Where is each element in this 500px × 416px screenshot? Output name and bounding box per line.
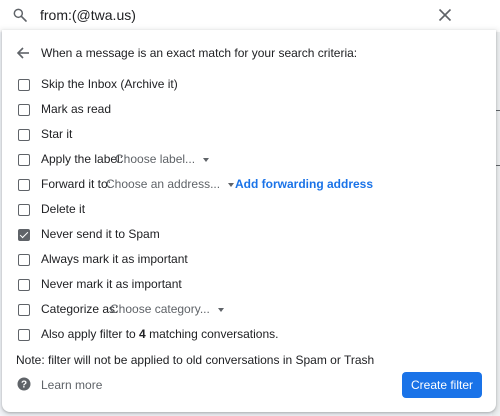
- chevron-down-icon: [217, 307, 224, 312]
- never-spam-checkbox[interactable]: [18, 229, 30, 241]
- option-label: Also apply filter to 4 matching conversa…: [41, 327, 278, 341]
- always-important-checkbox[interactable]: [18, 254, 30, 266]
- option-forward[interactable]: Forward it to: Choose an address... Add …: [2, 176, 496, 194]
- option-label: Never mark it as important: [41, 277, 182, 291]
- learn-more-link[interactable]: Learn more: [41, 378, 102, 392]
- option-never-spam[interactable]: Never send it to Spam: [2, 226, 496, 244]
- forward-checkbox[interactable]: [18, 179, 30, 191]
- background-divider: [496, 110, 500, 111]
- add-forwarding-address-link[interactable]: Add forwarding address: [235, 177, 373, 191]
- background-divider: [496, 165, 500, 166]
- option-label: Star it: [41, 127, 73, 141]
- choose-address-select[interactable]: Choose an address...: [106, 177, 235, 191]
- option-apply-label[interactable]: Apply the label: Choose label...: [2, 151, 496, 169]
- option-star-it[interactable]: Star it: [2, 126, 496, 144]
- chevron-down-icon: [228, 182, 235, 187]
- apply-to-matching-checkbox[interactable]: [18, 329, 30, 341]
- option-label: Categorize as:: [41, 302, 119, 316]
- search-icon[interactable]: [12, 7, 28, 23]
- search-bar[interactable]: from:(@twa.us): [0, 0, 500, 32]
- option-skip-inbox[interactable]: Skip the Inbox (Archive it): [2, 76, 496, 94]
- filter-options-panel: When a message is an exact match for you…: [2, 30, 496, 412]
- skip-inbox-checkbox[interactable]: [18, 79, 30, 91]
- star-it-checkbox[interactable]: [18, 129, 30, 141]
- option-categorize[interactable]: Categorize as: Choose category...: [2, 301, 496, 319]
- option-delete-it[interactable]: Delete it: [2, 201, 496, 219]
- option-label: Forward it to:: [41, 177, 112, 191]
- option-label: Always mark it as important: [41, 252, 188, 266]
- select-value: Choose label...: [115, 152, 196, 166]
- search-input[interactable]: from:(@twa.us): [40, 7, 136, 23]
- choose-label-select[interactable]: Choose label...: [115, 152, 210, 166]
- spam-trash-note: Note: filter will not be applied to old …: [16, 353, 375, 367]
- label-prefix: Also apply filter to: [41, 327, 140, 341]
- filter-header: When a message is an exact match for you…: [2, 44, 496, 62]
- option-mark-as-read[interactable]: Mark as read: [2, 101, 496, 119]
- help-icon[interactable]: ?: [17, 377, 31, 391]
- svg-text:?: ?: [21, 380, 27, 391]
- option-label: Skip the Inbox (Archive it): [41, 77, 178, 91]
- option-label: Never send it to Spam: [41, 227, 160, 241]
- delete-it-checkbox[interactable]: [18, 204, 30, 216]
- apply-label-checkbox[interactable]: [18, 154, 30, 166]
- label-suffix: matching conversations.: [145, 327, 279, 341]
- close-icon[interactable]: [438, 8, 452, 22]
- select-value: Choose category...: [110, 302, 210, 316]
- option-never-important[interactable]: Never mark it as important: [2, 276, 496, 294]
- filter-header-text: When a message is an exact match for you…: [41, 46, 358, 60]
- mark-as-read-checkbox[interactable]: [18, 104, 30, 116]
- option-label: Delete it: [41, 202, 86, 216]
- never-important-checkbox[interactable]: [18, 279, 30, 291]
- matching-count: 4: [139, 327, 146, 341]
- choose-category-select[interactable]: Choose category...: [110, 302, 224, 316]
- chevron-down-icon: [203, 157, 210, 162]
- option-label: Apply the label:: [41, 152, 124, 166]
- categorize-checkbox[interactable]: [18, 304, 30, 316]
- option-apply-to-matching[interactable]: Also apply filter to 4 matching conversa…: [2, 326, 496, 344]
- option-label: Mark as read: [41, 102, 112, 116]
- option-always-important[interactable]: Always mark it as important: [2, 251, 496, 269]
- back-arrow-icon[interactable]: [16, 46, 30, 60]
- create-filter-button[interactable]: Create filter: [402, 372, 482, 398]
- select-value: Choose an address...: [106, 177, 221, 191]
